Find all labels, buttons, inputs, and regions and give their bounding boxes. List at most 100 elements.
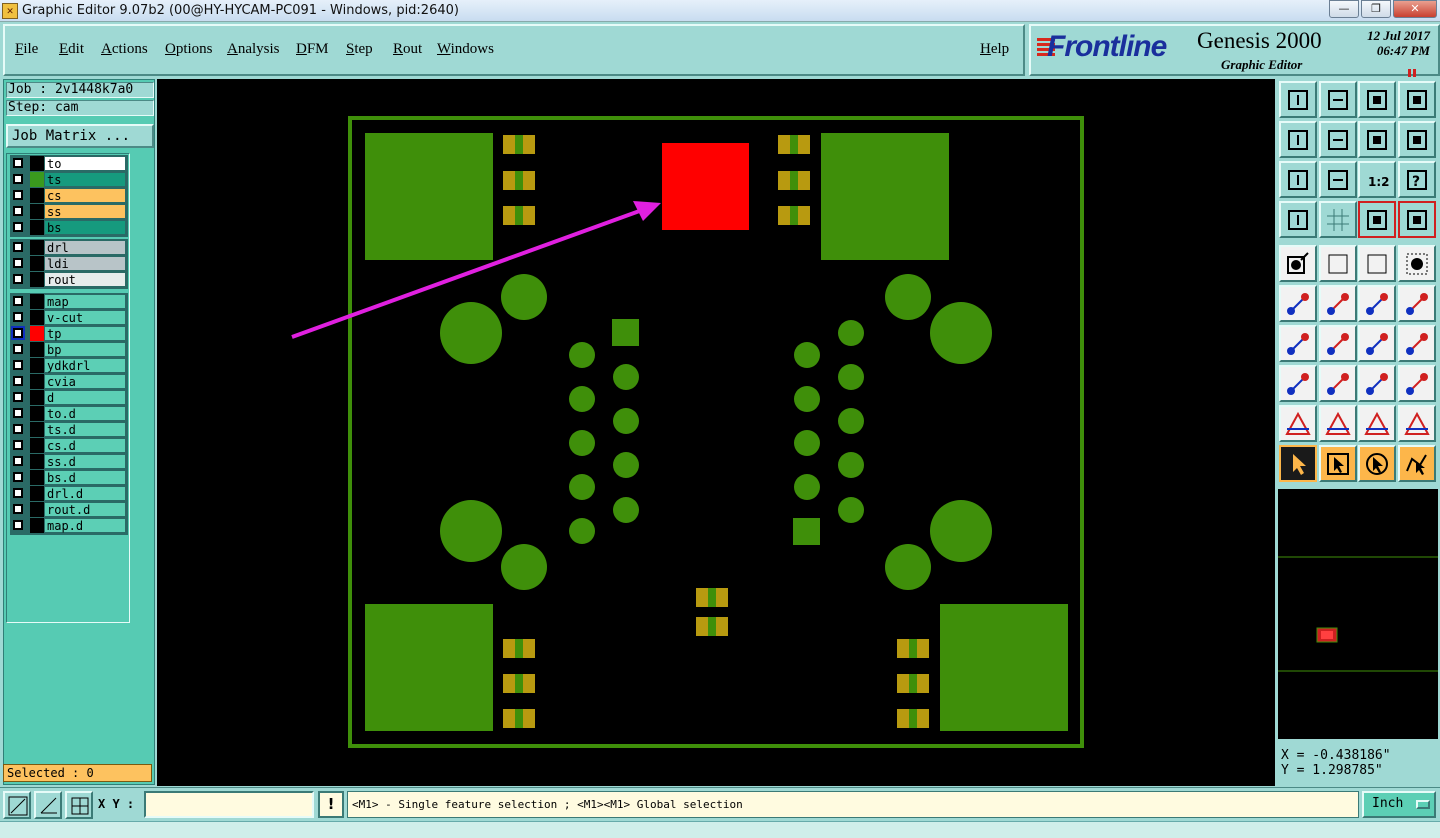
tool-button-select-path[interactable]	[1398, 445, 1436, 482]
tool-button-window[interactable]	[1398, 81, 1436, 118]
tool-button-triangle-a[interactable]	[1358, 405, 1396, 442]
tool-button-select-circle[interactable]	[1358, 445, 1396, 482]
layer-checkbox[interactable]	[13, 456, 23, 466]
layer-row-cvia[interactable]: cvia	[11, 374, 126, 389]
restore-button[interactable]: ❐	[1361, 0, 1391, 18]
message-button[interactable]: !	[318, 791, 344, 818]
layer-checkbox[interactable]	[13, 242, 23, 252]
tool-button-zoom-center[interactable]	[1319, 161, 1357, 198]
tool-button-mirror[interactable]	[1398, 325, 1436, 362]
layer-row-drl[interactable]: drl	[11, 240, 126, 255]
layer-checkbox[interactable]	[13, 408, 23, 418]
layer-checkbox[interactable]	[13, 360, 23, 370]
layer-scrollbar[interactable]	[132, 153, 152, 623]
tool-button-arc2[interactable]	[1398, 285, 1436, 322]
layer-row-to[interactable]: to	[11, 156, 126, 171]
tool-button-triangle[interactable]	[1279, 405, 1317, 442]
menu-step[interactable]: Step	[346, 41, 373, 58]
tool-button-pad[interactable]	[1279, 245, 1317, 282]
tool-button-swap[interactable]	[1358, 121, 1396, 158]
units-select[interactable]: Inch	[1362, 791, 1436, 818]
layer-checkbox[interactable]	[13, 344, 23, 354]
tool-button-arc[interactable]	[1358, 285, 1396, 322]
close-button[interactable]: ✕	[1393, 0, 1437, 18]
tool-button-cross[interactable]	[1319, 285, 1357, 322]
layer-row-ldi[interactable]: ldi	[11, 256, 126, 271]
tool-button-cut[interactable]	[1319, 365, 1357, 402]
minimap[interactable]	[1278, 489, 1438, 739]
layer-checkbox[interactable]	[13, 488, 23, 498]
layer-checkbox[interactable]	[13, 376, 23, 386]
tool-button-snake[interactable]	[1398, 121, 1436, 158]
job-matrix-button[interactable]: Job Matrix ...	[6, 124, 154, 148]
layer-row-map[interactable]: map	[11, 294, 126, 309]
layer-row-ss[interactable]: ss	[11, 204, 126, 219]
menu-help[interactable]: Help	[980, 41, 1009, 58]
layer-row-bp[interactable]: bp	[11, 342, 126, 357]
layer-row-tp[interactable]: tp	[11, 326, 126, 341]
layer-checkbox[interactable]	[13, 472, 23, 482]
layer-row-map.d[interactable]: map.d	[11, 518, 126, 533]
zoom-out-button[interactable]	[3, 791, 31, 819]
tool-button-connect[interactable]	[1279, 285, 1317, 322]
layer-checkbox[interactable]	[13, 222, 23, 232]
tool-button-pan-right[interactable]	[1319, 121, 1357, 158]
tool-button-triangle-up[interactable]	[1319, 405, 1357, 442]
tool-button-graphics-a[interactable]	[1358, 201, 1396, 238]
tool-button-triangle-b[interactable]	[1398, 405, 1436, 442]
grid-snap-button[interactable]	[65, 791, 93, 819]
xy-input[interactable]	[144, 791, 314, 818]
layer-row-v-cut[interactable]: v-cut	[11, 310, 126, 325]
layer-checkbox[interactable]	[13, 504, 23, 514]
graphic-canvas[interactable]	[157, 79, 1275, 786]
layer-checkbox[interactable]	[13, 274, 23, 284]
layer-checkbox[interactable]	[13, 312, 23, 322]
layer-row-rout.d[interactable]: rout.d	[11, 502, 126, 517]
layer-checkbox[interactable]	[13, 206, 23, 216]
tool-button-rotate[interactable]	[1358, 325, 1396, 362]
layer-row-bs.d[interactable]: bs.d	[11, 470, 126, 485]
snap-button[interactable]	[34, 791, 62, 819]
tool-button-select-arrow[interactable]	[1279, 445, 1317, 482]
layer-checkbox[interactable]	[13, 440, 23, 450]
tool-button-layer-up[interactable]	[1279, 81, 1317, 118]
layer-row-rout[interactable]: rout	[11, 272, 126, 287]
layer-row-to.d[interactable]: to.d	[11, 406, 126, 421]
tool-button-ruler[interactable]	[1358, 245, 1396, 282]
layer-checkbox[interactable]	[13, 424, 23, 434]
layer-row-ts[interactable]: ts	[11, 172, 126, 187]
minimize-button[interactable]: —	[1329, 0, 1359, 18]
layer-checkbox[interactable]	[13, 520, 23, 530]
layer-row-drl.d[interactable]: drl.d	[11, 486, 126, 501]
layer-checkbox[interactable]	[13, 296, 23, 306]
tool-button-home[interactable]	[1358, 81, 1396, 118]
tool-button-select-box[interactable]	[1319, 445, 1357, 482]
tool-button-group[interactable]	[1398, 365, 1436, 402]
layer-checkbox[interactable]	[13, 392, 23, 402]
layer-row-bs[interactable]: bs	[11, 220, 126, 235]
tool-button-copy[interactable]	[1279, 365, 1317, 402]
menu-options[interactable]: Options	[165, 41, 213, 58]
tool-button-line[interactable]	[1319, 245, 1357, 282]
menu-edit[interactable]: Edit	[59, 41, 84, 58]
menu-dfm[interactable]: DFM	[296, 41, 329, 58]
layer-checkbox[interactable]	[13, 328, 23, 338]
tool-button-help[interactable]: ?	[1398, 161, 1436, 198]
layer-checkbox[interactable]	[13, 190, 23, 200]
layer-row-ss.d[interactable]: ss.d	[11, 454, 126, 469]
layer-row-cs[interactable]: cs	[11, 188, 126, 203]
tool-button-settings[interactable]	[1279, 201, 1317, 238]
tool-button-pan-left[interactable]	[1279, 121, 1317, 158]
layer-row-d[interactable]: d	[11, 390, 126, 405]
menu-file[interactable]: File	[15, 41, 38, 58]
layer-checkbox[interactable]	[13, 174, 23, 184]
layer-checkbox[interactable]	[13, 258, 23, 268]
tool-button-slash[interactable]	[1319, 325, 1357, 362]
tool-button-grid[interactable]	[1319, 201, 1357, 238]
layer-row-ts.d[interactable]: ts.d	[11, 422, 126, 437]
tool-button-scale-1-2[interactable]: 1:2	[1358, 161, 1396, 198]
menu-windows[interactable]: Windows	[437, 41, 494, 58]
layer-row-cs.d[interactable]: cs.d	[11, 438, 126, 453]
tool-button-dot[interactable]	[1398, 245, 1436, 282]
tool-button-layer-down[interactable]	[1319, 81, 1357, 118]
